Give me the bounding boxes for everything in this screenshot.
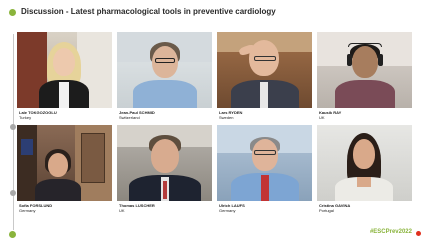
participant-tile[interactable]: Jean-Paul SCHMID Switzerland xyxy=(117,32,212,125)
participant-video xyxy=(117,125,212,201)
participant-country: UK xyxy=(119,208,125,213)
timeline-marker-icon xyxy=(10,124,16,130)
participant-tile[interactable]: Sofia FORSLUND Germany xyxy=(17,125,112,218)
event-hashtag: #ESCPrev2022 xyxy=(369,229,412,235)
participant-caption: Thomas LUSCHER UK xyxy=(119,203,212,213)
participant-caption: Jean-Paul SCHMID Switzerland xyxy=(119,110,212,120)
participant-tile[interactable]: Thomas LUSCHER UK xyxy=(117,125,212,218)
session-title: Discussion - Latest pharmacological tool… xyxy=(21,7,276,16)
participant-caption: Lale TOKGOZOGLU Turkey xyxy=(19,110,112,120)
participant-caption: Ulrich LAUFS Germany xyxy=(219,203,312,213)
participant-video xyxy=(117,32,212,108)
participant-caption: Sofia FORSLUND Germany xyxy=(19,203,112,213)
participant-caption: Lars RYDEN Sweden xyxy=(219,110,312,120)
participant-video xyxy=(317,125,412,201)
participant-country: Switzerland xyxy=(119,115,140,120)
live-indicator-icon xyxy=(416,231,421,236)
video-grid: Lale TOKGOZOGLU Turkey Jean-Paul SCHMID … xyxy=(17,32,412,214)
participant-tile[interactable]: Ulrich LAUFS Germany xyxy=(217,125,312,218)
participant-video xyxy=(17,125,112,201)
participant-tile[interactable]: Kausik RAY UK xyxy=(317,32,412,125)
participant-country: Germany xyxy=(219,208,236,213)
participant-video xyxy=(17,32,112,108)
participant-tile[interactable]: Cristina GAVINA Portugal xyxy=(317,125,412,218)
participant-video xyxy=(217,32,312,108)
participant-country: Germany xyxy=(19,208,36,213)
title-bullet-icon xyxy=(9,9,16,16)
timeline-marker-icon xyxy=(9,231,16,238)
participant-caption: Cristina GAVINA Portugal xyxy=(319,203,412,213)
participant-tile[interactable]: Lale TOKGOZOGLU Turkey xyxy=(17,32,112,125)
timeline-marker-icon xyxy=(10,190,16,196)
participant-video xyxy=(217,125,312,201)
participant-country: Portugal xyxy=(319,208,334,213)
participant-video xyxy=(317,32,412,108)
participant-country: Turkey xyxy=(19,115,32,120)
participant-country: Sweden xyxy=(219,115,234,120)
participant-country: UK xyxy=(319,115,325,120)
participant-tile[interactable]: Lars RYDEN Sweden xyxy=(217,32,312,125)
timeline-rail xyxy=(13,34,14,230)
participant-caption: Kausik RAY UK xyxy=(319,110,412,120)
title-bar: Discussion - Latest pharmacological tool… xyxy=(0,0,430,26)
